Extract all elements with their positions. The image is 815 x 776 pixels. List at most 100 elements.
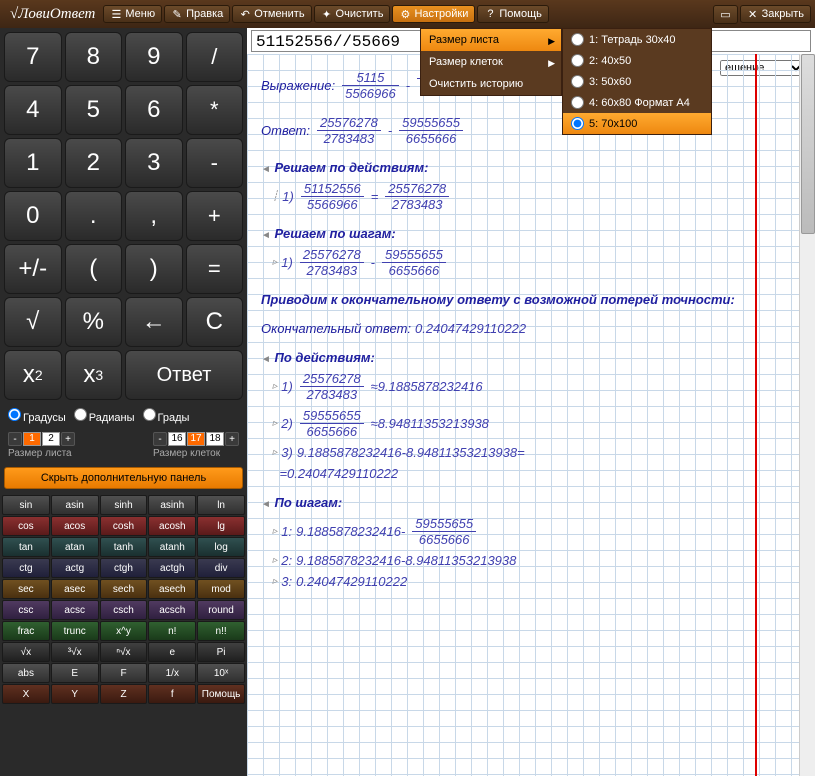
fn-atan[interactable]: atan [51, 537, 99, 557]
fn-inv[interactable]: 1/x [148, 663, 196, 683]
fn-asech[interactable]: asech [148, 579, 196, 599]
key-clear[interactable]: C [186, 297, 244, 347]
fn-E[interactable]: E [51, 663, 99, 683]
radio-degrees[interactable]: Градусы [8, 408, 66, 424]
key-7[interactable]: 7 [4, 32, 62, 82]
minimize-button[interactable]: ▭ [713, 5, 737, 24]
fn-cos[interactable]: cos [2, 516, 50, 536]
cell-val-17[interactable]: 17 [187, 432, 205, 446]
key-equals[interactable]: = [186, 244, 244, 294]
size-option-5[interactable]: 5: 70x100 [563, 113, 711, 134]
radio-radians[interactable]: Радианы [74, 408, 135, 424]
hide-panel-button[interactable]: Скрыть дополнительную панель [4, 467, 243, 489]
key-2[interactable]: 2 [65, 138, 123, 188]
fn-asin[interactable]: asin [51, 495, 99, 515]
fn-mod[interactable]: mod [197, 579, 245, 599]
menu-sheet-size[interactable]: Размер листа▶ [421, 29, 561, 51]
key-0[interactable]: 0 [4, 191, 62, 241]
fn-frac[interactable]: frac [2, 621, 50, 641]
fn-actgh[interactable]: actgh [148, 558, 196, 578]
fn-Y[interactable]: Y [51, 684, 99, 704]
fn-ln[interactable]: ln [197, 495, 245, 515]
key-x2[interactable]: x2 [4, 350, 62, 400]
key-answer[interactable]: Ответ [125, 350, 243, 400]
key-percent[interactable]: % [65, 297, 123, 347]
fn-sec[interactable]: sec [2, 579, 50, 599]
size-option-4[interactable]: 4: 60x80 Формат A4 [563, 92, 711, 113]
fn-csc[interactable]: csc [2, 600, 50, 620]
fn-e[interactable]: e [148, 642, 196, 662]
fn-nfact2[interactable]: n!! [197, 621, 245, 641]
key-lparen[interactable]: ( [65, 244, 123, 294]
menu-clear-history[interactable]: Очистить историю [421, 73, 561, 95]
key-1[interactable]: 1 [4, 138, 62, 188]
close-button[interactable]: ✕Закрыть [740, 5, 811, 23]
fn-sin[interactable]: sin [2, 495, 50, 515]
fn-nroot[interactable]: ⁿ√x [100, 642, 148, 662]
fn-ctgh[interactable]: ctgh [100, 558, 148, 578]
fn-acsch[interactable]: acsch [148, 600, 196, 620]
key-sqrt[interactable]: √ [4, 297, 62, 347]
key-6[interactable]: 6 [125, 85, 183, 135]
key-plusminus[interactable]: +/- [4, 244, 62, 294]
settings-button[interactable]: ⚙Настройки [392, 5, 475, 23]
undo-button[interactable]: ↶Отменить [232, 5, 311, 23]
cell-val-16[interactable]: 16 [168, 432, 186, 446]
fn-help[interactable]: Помощь [197, 684, 245, 704]
fn-sech[interactable]: sech [100, 579, 148, 599]
menu-button[interactable]: ☰Меню [103, 5, 162, 23]
fn-trunc[interactable]: trunc [51, 621, 99, 641]
sheet-minus[interactable]: - [8, 432, 22, 446]
key-subtract[interactable]: - [186, 138, 244, 188]
fn-csch[interactable]: csch [100, 600, 148, 620]
fn-cbrt[interactable]: ³√x [51, 642, 99, 662]
size-option-2[interactable]: 2: 40x50 [563, 50, 711, 71]
cell-minus[interactable]: - [153, 432, 167, 446]
fn-Z[interactable]: Z [100, 684, 148, 704]
fn-tanh[interactable]: tanh [100, 537, 148, 557]
fn-X[interactable]: X [2, 684, 50, 704]
key-multiply[interactable]: * [186, 85, 244, 135]
fn-log[interactable]: log [197, 537, 245, 557]
key-dot[interactable]: . [65, 191, 123, 241]
size-option-3[interactable]: 3: 50x60 [563, 71, 711, 92]
sheet-val-1[interactable]: 1 [23, 432, 41, 446]
fn-actg[interactable]: actg [51, 558, 99, 578]
key-3[interactable]: 3 [125, 138, 183, 188]
key-8[interactable]: 8 [65, 32, 123, 82]
sheet-val-2[interactable]: 2 [42, 432, 60, 446]
key-backspace[interactable]: ← [125, 297, 183, 347]
key-comma[interactable]: , [125, 191, 183, 241]
key-4[interactable]: 4 [4, 85, 62, 135]
radio-grads[interactable]: Грады [143, 408, 190, 424]
fn-tan[interactable]: tan [2, 537, 50, 557]
key-add[interactable]: + [186, 191, 244, 241]
fn-cosh[interactable]: cosh [100, 516, 148, 536]
fn-asec[interactable]: asec [51, 579, 99, 599]
fn-asinh[interactable]: asinh [148, 495, 196, 515]
fn-sinh[interactable]: sinh [100, 495, 148, 515]
key-x3[interactable]: x3 [65, 350, 123, 400]
fn-pi[interactable]: Pi [197, 642, 245, 662]
fn-acosh[interactable]: acosh [148, 516, 196, 536]
fn-div[interactable]: div [197, 558, 245, 578]
fn-ctg[interactable]: ctg [2, 558, 50, 578]
fn-tenx[interactable]: 10ˣ [197, 663, 245, 683]
scrollbar[interactable] [799, 54, 815, 776]
fn-xy[interactable]: x^y [100, 621, 148, 641]
fn-acos[interactable]: acos [51, 516, 99, 536]
edit-button[interactable]: ✎Правка [164, 5, 230, 23]
fn-round[interactable]: round [197, 600, 245, 620]
menu-cell-size[interactable]: Размер клеток▶ [421, 51, 561, 73]
key-9[interactable]: 9 [125, 32, 183, 82]
size-option-1[interactable]: 1: Тетрадь 30x40 [563, 29, 711, 50]
fn-sqrt[interactable]: √x [2, 642, 50, 662]
fn-fx[interactable]: f [148, 684, 196, 704]
fn-lg[interactable]: lg [197, 516, 245, 536]
fn-acsc[interactable]: acsc [51, 600, 99, 620]
scroll-thumb[interactable] [801, 54, 815, 234]
clear-button[interactable]: ✦Очистить [314, 5, 391, 23]
cell-val-18[interactable]: 18 [206, 432, 224, 446]
fn-F[interactable]: F [100, 663, 148, 683]
help-button[interactable]: ?Помощь [477, 5, 549, 23]
